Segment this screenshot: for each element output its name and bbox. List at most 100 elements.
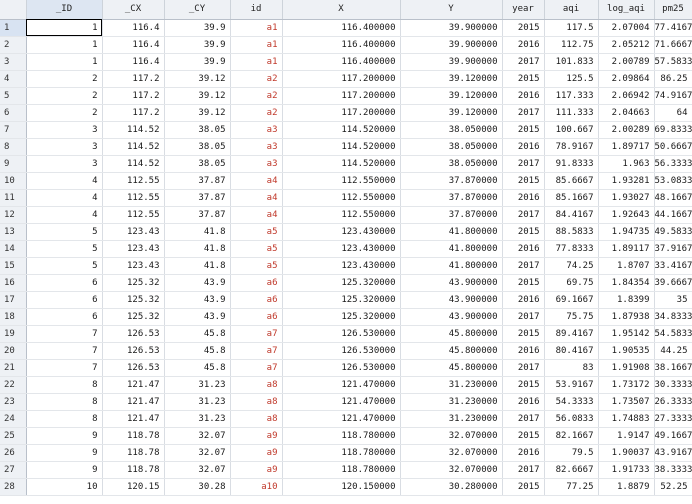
cell-aqi[interactable]: 83 [544, 359, 599, 377]
column-header-cy[interactable]: _CY [164, 0, 231, 20]
cell-id[interactable]: 9 [26, 461, 103, 479]
cell-id[interactable]: a9 [230, 427, 283, 445]
cell-id[interactable]: 9 [26, 444, 103, 462]
cell-id[interactable]: a7 [230, 342, 283, 360]
cell-cx[interactable]: 118.78 [102, 427, 165, 445]
cell-id[interactable]: 8 [26, 393, 103, 411]
cell-id[interactable]: 6 [26, 308, 103, 326]
cell-id[interactable]: 8 [26, 410, 103, 428]
cell-id[interactable]: 3 [26, 121, 103, 139]
column-header-year[interactable]: year [502, 0, 545, 20]
cell-id[interactable]: a4 [230, 206, 283, 224]
cell-cy[interactable]: 30.28 [164, 478, 231, 496]
cell-pm25[interactable]: 38.3333 [654, 461, 692, 479]
cell-pm25[interactable]: 53.0833 [654, 172, 692, 190]
cell-id[interactable]: a8 [230, 410, 283, 428]
cell-year[interactable]: 2015 [502, 70, 545, 88]
cell-id[interactable]: a4 [230, 172, 283, 190]
cell-cx[interactable]: 123.43 [102, 223, 165, 241]
data-grid[interactable]: _ID _CX _CY id X Yyear aqi log_aqi pm25 1 1 116.4 3… [0, 0, 692, 504]
cell-cx[interactable]: 125.32 [102, 308, 165, 326]
row-number[interactable]: 21 [0, 359, 27, 377]
row-number[interactable]: 24 [0, 410, 27, 428]
cell-id[interactable]: 4 [26, 172, 103, 190]
cell-id[interactable]: 7 [26, 342, 103, 360]
cell-aqi[interactable]: 82.1667 [544, 427, 599, 445]
cell-id[interactable]: 3 [26, 155, 103, 173]
cell-y[interactable]: 39.120000 [400, 104, 503, 122]
cell-y[interactable]: 39.900000 [400, 53, 503, 71]
cell-aqi[interactable]: 54.3333 [544, 393, 599, 411]
cell-pm25[interactable]: 26.3333 [654, 393, 692, 411]
cell-y[interactable]: 41.800000 [400, 240, 503, 258]
cell-id[interactable]: 2 [26, 70, 103, 88]
cell-x[interactable]: 126.530000 [282, 359, 401, 377]
cell-logaqi[interactable]: 1.91908 [598, 359, 655, 377]
row-number[interactable]: 19 [0, 325, 27, 343]
cell-id[interactable]: a1 [230, 53, 283, 71]
cell-logaqi[interactable]: 1.90037 [598, 444, 655, 462]
cell-id[interactable]: a4 [230, 189, 283, 207]
cell-logaqi[interactable]: 1.9147 [598, 427, 655, 445]
cell-year[interactable]: 2016 [502, 240, 545, 258]
cell-y[interactable]: 32.070000 [400, 427, 503, 445]
cell-cy[interactable]: 43.9 [164, 308, 231, 326]
row-number[interactable]: 2 [0, 36, 27, 54]
cell-id[interactable]: 9 [26, 427, 103, 445]
cell-y[interactable]: 41.800000 [400, 223, 503, 241]
cell-logaqi[interactable]: 1.94735 [598, 223, 655, 241]
cell-id[interactable]: 8 [26, 376, 103, 394]
cell-id[interactable]: a8 [230, 376, 283, 394]
cell-cx[interactable]: 125.32 [102, 291, 165, 309]
cell-pm25[interactable]: 44.25 [654, 342, 692, 360]
cell-id[interactable]: a8 [230, 393, 283, 411]
cell-y[interactable]: 37.870000 [400, 189, 503, 207]
cell-pm25[interactable]: 49.1667 [654, 427, 692, 445]
cell-aqi[interactable]: 101.833 [544, 53, 599, 71]
cell-logaqi[interactable]: 2.00789 [598, 53, 655, 71]
cell-aqi[interactable]: 74.25 [544, 257, 599, 275]
cell-aqi[interactable]: 84.4167 [544, 206, 599, 224]
cell-cx[interactable]: 117.2 [102, 70, 165, 88]
cell-logaqi[interactable]: 1.89717 [598, 138, 655, 156]
cell-id[interactable]: 1 [26, 36, 103, 54]
cell-cy[interactable]: 31.23 [164, 376, 231, 394]
cell-year[interactable]: 2016 [502, 342, 545, 360]
cell-pm25[interactable]: 44.1667 [654, 206, 692, 224]
cell-cy[interactable]: 45.8 [164, 342, 231, 360]
cell-cx[interactable]: 121.47 [102, 376, 165, 394]
cell-id[interactable]: a3 [230, 121, 283, 139]
cell-id[interactable]: a2 [230, 70, 283, 88]
cell-y[interactable]: 38.050000 [400, 121, 503, 139]
cell-aqi[interactable]: 85.1667 [544, 189, 599, 207]
cell-year[interactable]: 2015 [502, 478, 545, 496]
cell-cy[interactable]: 37.87 [164, 189, 231, 207]
column-header-y[interactable]: Y [400, 0, 503, 20]
cell-aqi[interactable]: 117.5 [544, 19, 599, 37]
cell-x[interactable]: 118.780000 [282, 444, 401, 462]
cell-pm25[interactable]: 50.6667 [654, 138, 692, 156]
cell-y[interactable]: 38.050000 [400, 155, 503, 173]
cell-year[interactable]: 2017 [502, 53, 545, 71]
cell-logaqi[interactable]: 2.06942 [598, 87, 655, 105]
cell-cy[interactable]: 37.87 [164, 172, 231, 190]
row-number[interactable]: 23 [0, 393, 27, 411]
cell-pm25[interactable]: 64 [654, 104, 692, 122]
cell-year[interactable]: 2017 [502, 206, 545, 224]
cell-cx[interactable]: 112.55 [102, 189, 165, 207]
cell-cx[interactable]: 126.53 [102, 342, 165, 360]
row-number[interactable]: 4 [0, 70, 27, 88]
cell-aqi[interactable]: 78.9167 [544, 138, 599, 156]
cell-year[interactable]: 2017 [502, 359, 545, 377]
cell-cx[interactable]: 125.32 [102, 274, 165, 292]
corner-header[interactable] [0, 0, 27, 20]
cell-aqi[interactable]: 75.75 [544, 308, 599, 326]
column-header-cx[interactable]: _CX [102, 0, 165, 20]
cell-pm25[interactable]: 57.5833 [654, 53, 692, 71]
cell-id[interactable]: 1 [26, 53, 103, 71]
cell-cy[interactable]: 43.9 [164, 274, 231, 292]
cell-cy[interactable]: 45.8 [164, 359, 231, 377]
column-header-aqi[interactable]: aqi [544, 0, 599, 20]
cell-id[interactable]: 5 [26, 257, 103, 275]
cell-logaqi[interactable]: 1.8879 [598, 478, 655, 496]
